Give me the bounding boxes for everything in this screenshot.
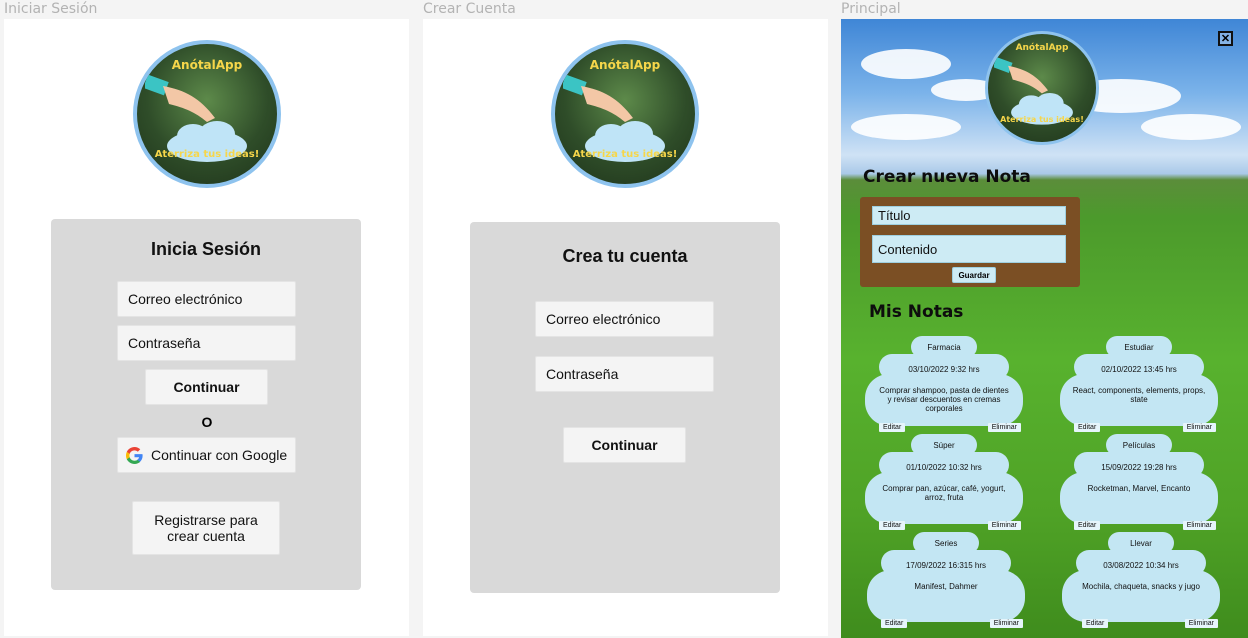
note-card: Súper 01/10/2022 10:32 hrs Comprar pan, … (865, 434, 1023, 530)
signup-email-field[interactable]: Correo electrónico (535, 301, 714, 337)
or-separator: O (201, 414, 213, 430)
note-text: Comprar pan, azúcar, café, yogurt, arroz… (882, 484, 1006, 502)
note-text: Rocketman, Marvel, Encanto (1087, 484, 1191, 493)
note-card: Series 17/09/2022 16:315 hrs Manifest, D… (867, 532, 1025, 628)
app-logo: AnótalApp Aterriza tus ideas! (133, 40, 281, 188)
edit-note-button[interactable]: Editar (1074, 423, 1101, 432)
signup-title: Crea tu cuenta (562, 246, 688, 266)
note-card: Farmacia 03/10/2022 9:32 hrs Comprar sha… (865, 336, 1023, 432)
note-text: Manifest, Dahmer (914, 582, 978, 591)
edit-note-button[interactable]: Editar (879, 521, 906, 530)
note-card: Películas 15/09/2022 19:28 hrs Rocketman… (1060, 434, 1218, 530)
logo-title: AnótalApp (589, 58, 661, 72)
delete-note-button[interactable]: Eliminar (987, 521, 1021, 530)
note-text: Mochila, chaqueta, snacks y jugo (1082, 582, 1200, 591)
signup-panel: Crea tu cuenta (470, 222, 780, 593)
logo-tagline: Aterriza tus ideas! (1000, 115, 1084, 124)
frame-label-signup: Crear Cuenta (423, 1, 516, 17)
note-date: 01/10/2022 10:32 hrs (906, 463, 982, 472)
frame-label-main: Principal (841, 1, 901, 17)
email-field[interactable]: Correo electrónico (117, 281, 296, 317)
note-title: Súper (933, 441, 955, 450)
note-text: Comprar shampoo, pasta de dientes y revi… (879, 386, 1009, 413)
note-text: React, components, elements, props, stat… (1072, 386, 1206, 404)
edit-note-button[interactable]: Editar (879, 423, 906, 432)
google-signin-button[interactable]: Continuar con Google (117, 437, 296, 473)
app-logo-signup: AnótalApp Aterriza tus ideas! (551, 40, 699, 188)
signup-password-field[interactable]: Contraseña (535, 356, 714, 392)
note-date: 17/09/2022 16:315 hrs (905, 561, 987, 570)
note-content-input[interactable]: Contenido (872, 235, 1066, 263)
note-title: Películas (1122, 441, 1156, 450)
note-date: 02/10/2022 13:45 hrs (1101, 365, 1177, 374)
note-date: 03/08/2022 10:34 hrs (1103, 561, 1179, 570)
password-field[interactable]: Contraseña (117, 325, 296, 361)
register-line-1: Registrarse para (154, 512, 258, 528)
login-title: Inicia Sesión (150, 239, 262, 259)
delete-note-button[interactable]: Eliminar (1182, 521, 1216, 530)
edit-note-button[interactable]: Editar (1074, 521, 1101, 530)
register-button[interactable]: Registrarse para crear cuenta (132, 501, 280, 555)
continue-button[interactable]: Continuar (145, 369, 268, 405)
register-line-2: crear cuenta (167, 528, 245, 544)
edit-note-button[interactable]: Editar (1082, 619, 1109, 628)
new-note-heading: Crear nueva Nota (863, 167, 1031, 187)
delete-note-button[interactable]: Eliminar (989, 619, 1023, 628)
note-title: Series (934, 539, 958, 548)
new-note-form: Título Contenido Guardar (860, 197, 1080, 287)
logo-tagline: Aterriza tus ideas! (572, 149, 678, 160)
google-icon (126, 446, 143, 464)
note-title: Farmacia (927, 343, 961, 352)
note-title: Estudiar (1124, 343, 1154, 352)
save-note-button[interactable]: Guardar (952, 267, 996, 283)
note-title: Llevar (1130, 539, 1152, 548)
edit-note-button[interactable]: Editar (881, 619, 908, 628)
delete-note-button[interactable]: Eliminar (1184, 619, 1218, 628)
app-logo-main: AnótalApp Aterriza tus ideas! (985, 31, 1099, 145)
note-card: Llevar 03/08/2022 10:34 hrs Mochila, cha… (1062, 532, 1220, 628)
hand-icon (563, 74, 633, 122)
hand-icon (145, 74, 215, 122)
delete-note-button[interactable]: Eliminar (1182, 423, 1216, 432)
note-date: 03/10/2022 9:32 hrs (908, 365, 980, 374)
note-card: Estudiar 02/10/2022 13:45 hrs React, com… (1060, 336, 1218, 432)
note-date: 15/09/2022 19:28 hrs (1101, 463, 1177, 472)
google-button-label: Continuar con Google (151, 447, 288, 463)
note-title-input[interactable]: Título (872, 206, 1066, 225)
logo-tagline: Aterriza tus ideas! (154, 149, 260, 160)
close-icon[interactable]: ✕ (1218, 31, 1233, 46)
signup-continue-button[interactable]: Continuar (563, 427, 686, 463)
my-notes-heading: Mis Notas (869, 302, 964, 322)
delete-note-button[interactable]: Eliminar (987, 423, 1021, 432)
logo-title: AnótalApp (1015, 43, 1069, 53)
logo-title: AnótalApp (171, 58, 243, 72)
frame-label-login: Iniciar Sesión (4, 1, 98, 17)
